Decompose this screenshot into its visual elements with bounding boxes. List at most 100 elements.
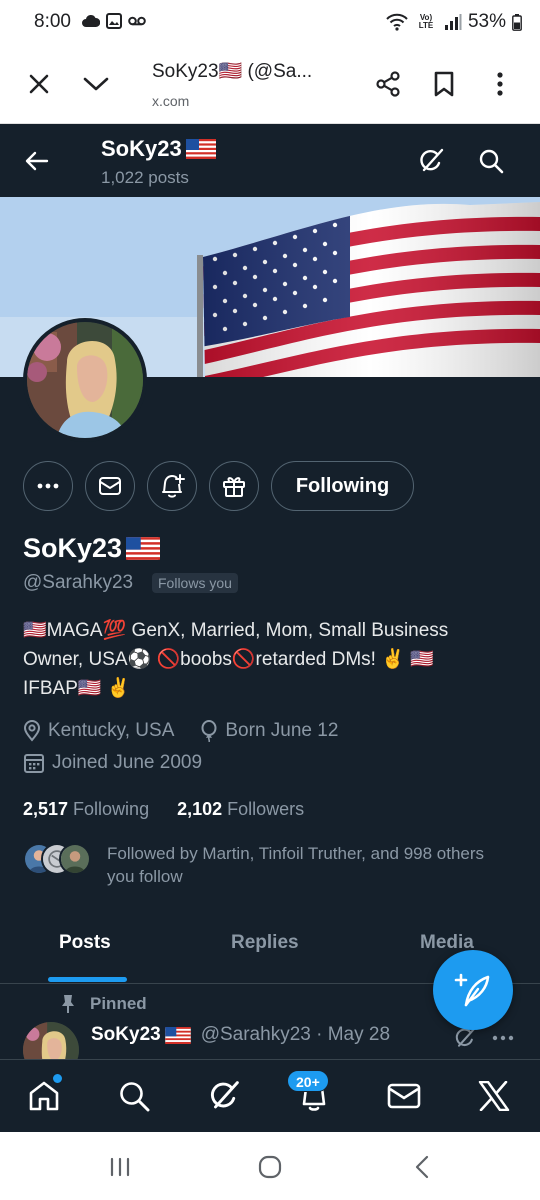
message-button[interactable] [85, 461, 135, 511]
follows-you-badge: Follows you [152, 573, 238, 593]
cloud-icon [82, 14, 100, 27]
mail-icon [99, 477, 121, 495]
following-stat[interactable]: 2,517 Following [23, 799, 149, 820]
profile-bio: 🇺🇸MAGA💯 GenX, Married, Mom, Small Busine… [23, 616, 518, 703]
more-actions-button[interactable] [23, 461, 73, 511]
bell-plus-icon [162, 474, 185, 498]
status-bar: 8:00 Vo) LTE 53% [0, 0, 540, 46]
x-logo-icon [478, 1081, 510, 1111]
us-flag-icon [126, 537, 161, 560]
close-icon [29, 74, 49, 94]
battery-icon [512, 13, 522, 31]
followed-by-text: Followed by Martin, Tinfoil Truther, and… [107, 844, 485, 886]
pinned-indicator: Pinned [60, 994, 147, 1014]
post-author-name[interactable]: SoKy23 [91, 1024, 161, 1046]
following-label: Following [73, 799, 150, 819]
home-circle-icon [258, 1155, 282, 1179]
status-notification-icons [82, 13, 146, 29]
back-button[interactable] [18, 142, 56, 180]
bookmark-button[interactable] [424, 64, 464, 104]
us-flag-icon [164, 1026, 191, 1044]
followers-stat[interactable]: 2,102 Followers [177, 799, 304, 820]
us-flag-icon [185, 139, 216, 159]
system-navigation-bar [0, 1132, 540, 1200]
share-button[interactable] [368, 64, 408, 104]
location-pin-icon [23, 720, 41, 742]
active-tab-indicator [48, 977, 127, 982]
pin-icon [62, 995, 74, 1013]
followers-count: 2,102 [177, 799, 223, 819]
post-handle-date: @Sarahky23 · May 28 [200, 1024, 391, 1045]
nav-grok[interactable] [204, 1076, 244, 1116]
status-system-icons: Vo) LTE 53% [386, 11, 522, 33]
recent-apps-icon [110, 1157, 130, 1177]
joined-text: Joined June 2009 [52, 752, 203, 773]
calendar-icon [24, 754, 44, 773]
more-vertical-icon [497, 72, 503, 96]
display-name: SoKy23 [23, 533, 161, 564]
compose-post-button[interactable] [433, 950, 513, 1030]
more-horizontal-icon [492, 1035, 514, 1041]
post-grok-button[interactable] [453, 1026, 477, 1055]
nav-x-premium[interactable] [474, 1076, 514, 1116]
browser-custom-tab-bar: SoKy23🇺🇸 (@Sa... x.com [0, 46, 540, 124]
notifications-badge: 20+ [287, 1070, 329, 1092]
subscribe-notifications-button[interactable] [147, 461, 197, 511]
back-chevron-icon [415, 1155, 429, 1179]
header-search-button[interactable] [472, 142, 510, 180]
grok-icon [420, 148, 444, 172]
post-more-button[interactable] [492, 1026, 514, 1055]
birthday-text: Born June 12 [225, 720, 339, 741]
followers-label: Followers [227, 799, 305, 819]
avatar-photo [27, 322, 143, 438]
nav-messages[interactable] [384, 1076, 424, 1116]
followed-by-avatars [23, 843, 91, 875]
balloon-icon [201, 720, 217, 742]
location-text: Kentucky, USA [48, 720, 175, 741]
browser-url[interactable]: x.com [152, 93, 189, 109]
home-system-button[interactable] [250, 1152, 290, 1182]
nav-search[interactable] [114, 1076, 154, 1116]
recent-apps-button[interactable] [100, 1152, 140, 1182]
home-icon [29, 1081, 59, 1111]
minimize-tab-button[interactable] [76, 64, 116, 104]
display-name-text: SoKy23 [23, 533, 123, 563]
post-header: SoKy23 @Sarahky23 · May 28 [91, 1024, 390, 1046]
battery-percent: 53% [467, 11, 506, 32]
gift-button[interactable] [209, 461, 259, 511]
home-unread-dot [52, 1073, 63, 1084]
profile-joined-row: Joined June 2009 [23, 752, 202, 774]
grok-button[interactable] [412, 142, 450, 180]
bookmark-icon [434, 71, 454, 97]
wifi-icon [386, 13, 408, 31]
header-name-text: SoKy23 [101, 136, 182, 161]
search-icon [120, 1082, 150, 1112]
profile-avatar[interactable] [23, 318, 147, 442]
pinned-label: Pinned [90, 994, 147, 1013]
bottom-navigation: 20+ [0, 1059, 540, 1132]
close-tab-button[interactable] [19, 64, 59, 104]
messages-icon [387, 1083, 421, 1109]
bio-line: IFBAP🇺🇸 ✌️ [23, 678, 131, 699]
tab-replies[interactable]: Replies [231, 932, 299, 954]
posts-count: 1,022 posts [101, 168, 189, 187]
browser-page-title: SoKy23🇺🇸 (@Sa... [152, 61, 313, 82]
more-options-button[interactable] [480, 64, 520, 104]
chevron-down-icon [83, 77, 109, 91]
profile-meta-row: Kentucky, USA Born June 12 [23, 720, 338, 742]
follow-stats: 2,517 Following 2,102 Followers [23, 799, 304, 820]
tab-posts[interactable]: Posts [59, 932, 111, 954]
following-button[interactable]: Following [271, 461, 414, 511]
gift-icon [223, 477, 245, 497]
following-count: 2,517 [23, 799, 69, 819]
network-type-label: Vo) LTE [418, 13, 434, 30]
voicemail-icon [128, 16, 146, 26]
signal-icon [444, 14, 462, 30]
more-horizontal-icon [37, 483, 59, 489]
follower-avatar [59, 843, 91, 875]
image-icon [106, 13, 122, 29]
status-time: 8:00 [34, 11, 71, 32]
bio-line: 🇺🇸MAGA💯 GenX, Married, Mom, Small Busine… [23, 620, 449, 641]
back-system-button[interactable] [402, 1152, 442, 1182]
search-icon [479, 149, 504, 174]
